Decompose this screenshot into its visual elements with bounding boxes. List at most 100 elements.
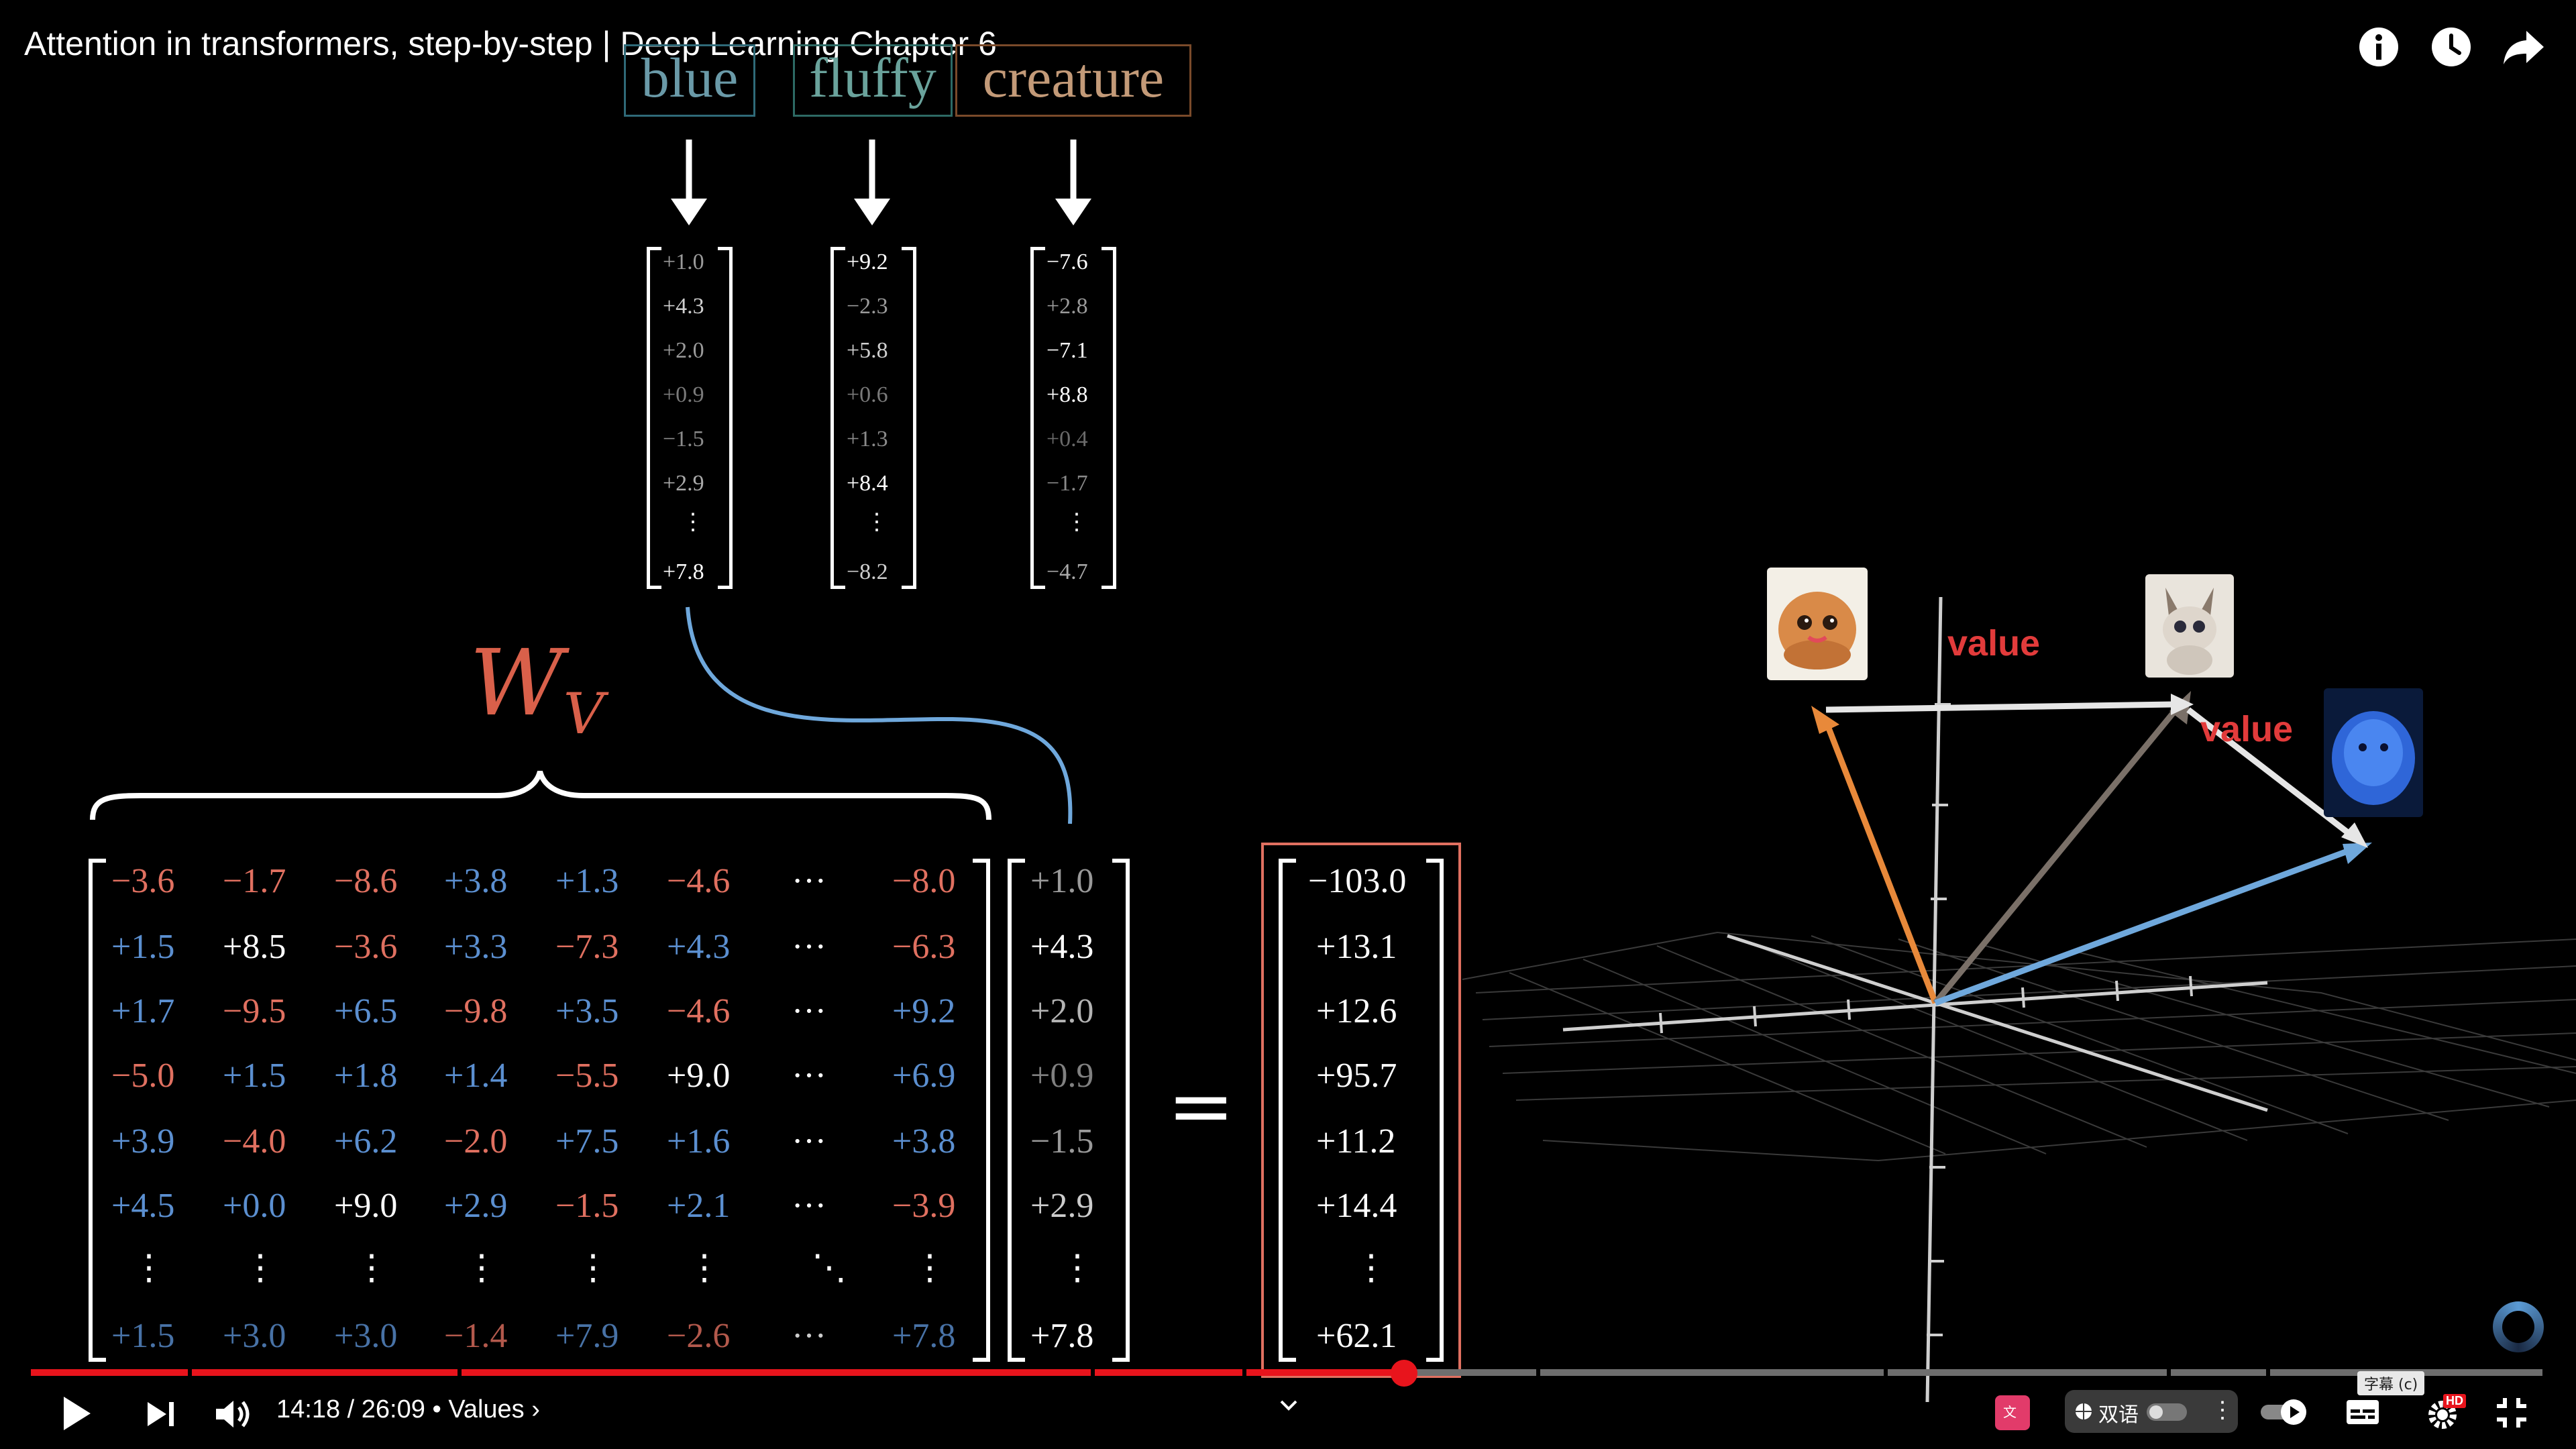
creature-image-fluffy — [2145, 574, 2234, 678]
vector-entry: +0.4 — [1046, 427, 1088, 451]
matrix-entry: +1.6 — [667, 1122, 731, 1161]
result-vector-entry: +11.2 — [1316, 1122, 1396, 1161]
played-bar — [31, 1369, 1404, 1376]
settings-icon[interactable]: HD — [2419, 1394, 2466, 1433]
result-vector-entry: −103.0 — [1308, 862, 1407, 900]
next-video-icon[interactable] — [141, 1395, 181, 1433]
vector-entry: +8.8 — [1046, 382, 1088, 407]
current-time: 14:18 — [276, 1395, 341, 1424]
result-vector-entry: +62.1 — [1316, 1317, 1397, 1355]
value-arrow-1 — [1825, 694, 2194, 715]
matrix-entry: +3.0 — [334, 1317, 398, 1355]
bilingual-switch[interactable] — [2147, 1403, 2187, 1421]
matrix-entry: ··· — [792, 1187, 826, 1225]
matrix-entry: +1.8 — [334, 1057, 398, 1095]
connector-curve — [686, 606, 1073, 824]
hd-badge: HD — [2443, 1394, 2466, 1408]
vector-entry: +4.3 — [663, 294, 704, 319]
input-vector-entry: +2.0 — [1030, 992, 1094, 1030]
input-vector-entry: +1.0 — [1030, 862, 1094, 900]
matrix-entry: +7.8 — [892, 1317, 956, 1355]
scrubber-handle[interactable] — [1390, 1360, 1417, 1387]
matrix-entry: −5.0 — [111, 1057, 175, 1095]
equals-sign: = — [1167, 1060, 1235, 1153]
matrix-entry: −5.5 — [555, 1057, 619, 1095]
matrix-entry: +3.0 — [223, 1317, 286, 1355]
matrix-entry: −2.0 — [444, 1122, 508, 1161]
time-separator: / — [347, 1395, 362, 1424]
play-icon[interactable] — [56, 1390, 97, 1437]
svg-text:文: 文 — [2003, 1404, 2017, 1420]
chapter-divider — [188, 1369, 192, 1376]
matrix-entry: +4.5 — [111, 1187, 175, 1225]
matrix-entry: −9.5 — [223, 992, 286, 1030]
matrix-entry: −2.6 — [667, 1317, 731, 1355]
vector-entry: +0.6 — [847, 382, 888, 407]
vector-entry: −7.6 — [1046, 250, 1088, 274]
matrix-entry: +9.0 — [667, 1057, 731, 1095]
exit-fullscreen-icon[interactable] — [2490, 1393, 2533, 1433]
more-options-icon[interactable]: ⋮ — [2211, 1397, 2234, 1424]
vector-entry: ⋮ — [682, 510, 704, 535]
vector-entry: +5.8 — [847, 338, 888, 363]
bilingual-label: 双语 — [2098, 1403, 2139, 1427]
vector-bracket-right — [1102, 247, 1116, 589]
matrix-entry: −1.4 — [444, 1317, 508, 1355]
matrix-entry: ··· — [792, 1122, 826, 1161]
bilingual-subtitle-toggle[interactable]: 双语 ⋮ — [2065, 1390, 2238, 1433]
vector-entry: +7.8 — [663, 559, 704, 584]
matrix-bracket-right — [973, 859, 990, 1362]
matrix-entry: +2.9 — [444, 1187, 508, 1225]
creature-image-orange — [1767, 568, 1868, 680]
matrix-entry: −8.6 — [334, 862, 398, 900]
down-arrow-fluffy — [854, 140, 890, 225]
matrix-label-subscript: V — [563, 681, 604, 747]
matrix-entry: +2.1 — [667, 1187, 731, 1225]
result-bracket-left — [1279, 859, 1296, 1362]
vector-entry: +2.8 — [1046, 294, 1088, 319]
matrix-entry: ··· — [792, 1317, 826, 1355]
matrix-entry: −8.0 — [892, 862, 956, 900]
chapter-divider — [1884, 1369, 1888, 1376]
vector-entry: +9.2 — [847, 250, 888, 274]
vector-entry: +0.9 — [663, 382, 704, 407]
result-vector-entry: ⋮ — [1354, 1249, 1389, 1287]
matrix-entry: +0.0 — [223, 1187, 286, 1225]
result-bracket-right — [1426, 859, 1444, 1362]
plot-axes — [1562, 596, 2268, 1403]
chapter-chevron-icon[interactable]: › — [531, 1395, 540, 1424]
input-vector-entry: ⋮ — [1060, 1249, 1095, 1287]
input-vector-entry: −1.5 — [1030, 1122, 1094, 1161]
chapter-title[interactable]: Values — [448, 1395, 524, 1424]
vector-entry: +1.3 — [847, 427, 888, 451]
progress-bar[interactable] — [31, 1369, 2542, 1376]
vector-entry: ⋮ — [865, 510, 888, 535]
input-vector-entry: +2.9 — [1030, 1187, 1094, 1225]
subtitles-icon[interactable] — [2343, 1395, 2383, 1429]
volume-icon[interactable] — [212, 1395, 255, 1433]
matrix-label-letter: W — [470, 631, 564, 737]
vector-entry: +2.9 — [663, 471, 704, 496]
vector-entry: ⋮ — [1065, 510, 1088, 535]
matrix-entry: −3.6 — [111, 862, 175, 900]
matrix-entry: +3.3 — [444, 928, 508, 966]
vector-entry: −1.7 — [1046, 471, 1088, 496]
duration: 26:09 — [361, 1395, 425, 1424]
translate-icon[interactable]: 文 — [1995, 1395, 2030, 1430]
vector-bracket-right — [902, 247, 916, 589]
matrix-entry: −6.3 — [892, 928, 956, 966]
matrix-entry: −7.3 — [555, 928, 619, 966]
matrix-entry: ⋮ — [912, 1249, 947, 1287]
chapter-divider — [1091, 1369, 1095, 1376]
matrix-entry: −4.6 — [667, 992, 731, 1030]
matrix-entry: −1.5 — [555, 1187, 619, 1225]
chevron-down-icon[interactable] — [1272, 1395, 1305, 1415]
vector-entry: +2.0 — [663, 338, 704, 363]
vector-bracket-left — [1030, 247, 1045, 589]
autoplay-toggle[interactable] — [2261, 1399, 2314, 1425]
vector-entry: +1.0 — [663, 250, 704, 274]
matrix-entry: +7.5 — [555, 1122, 619, 1161]
matrix-entry: ··· — [792, 1057, 826, 1095]
vector-entry: −7.1 — [1046, 338, 1088, 363]
time-display: 14:18 / 26:09 • Values › — [276, 1395, 540, 1424]
